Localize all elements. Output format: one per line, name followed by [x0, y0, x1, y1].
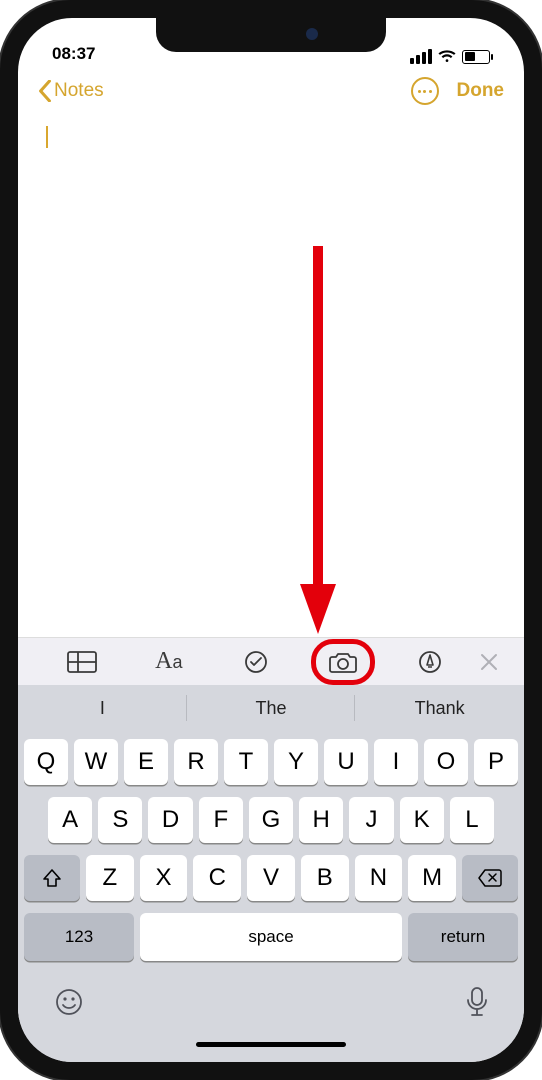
key-m[interactable]: M [408, 855, 456, 901]
key-l[interactable]: L [450, 797, 494, 843]
note-editor[interactable] [18, 116, 524, 637]
device-notch [156, 18, 386, 52]
key-y[interactable]: Y [274, 739, 318, 785]
key-t[interactable]: T [224, 739, 268, 785]
camera-button[interactable] [300, 651, 387, 673]
markup-icon [418, 650, 442, 674]
close-toolbar-button[interactable] [474, 653, 504, 671]
key-numbers[interactable]: 123 [24, 913, 134, 961]
key-k[interactable]: K [400, 797, 444, 843]
table-button[interactable] [38, 651, 125, 673]
textformat-icon: Aa [155, 648, 182, 675]
key-d[interactable]: D [148, 797, 192, 843]
key-z[interactable]: Z [86, 855, 134, 901]
predictive-text-bar: I The Thank [18, 685, 524, 731]
camera-icon [329, 651, 357, 673]
key-return[interactable]: return [408, 913, 518, 961]
close-icon [480, 653, 498, 671]
key-a[interactable]: A [48, 797, 92, 843]
chevron-left-icon [38, 80, 52, 102]
home-indicator[interactable] [24, 1042, 518, 1062]
key-backspace[interactable] [462, 855, 518, 901]
key-s[interactable]: S [98, 797, 142, 843]
key-x[interactable]: X [140, 855, 188, 901]
dictation-button[interactable] [466, 987, 488, 1022]
predictive-suggestion-2[interactable]: The [187, 685, 356, 731]
key-u[interactable]: U [324, 739, 368, 785]
more-button[interactable] [411, 77, 439, 105]
key-b[interactable]: B [301, 855, 349, 901]
iphone-frame: 08:37 Notes Done [0, 0, 542, 1080]
keyboard-row-1: Q W E R T Y U I O P [24, 739, 518, 785]
shift-icon [42, 868, 62, 888]
key-i[interactable]: I [374, 739, 418, 785]
keyboard-row-2: A S D F G H J K L [24, 797, 518, 843]
emoji-icon [54, 987, 84, 1017]
key-j[interactable]: J [349, 797, 393, 843]
key-f[interactable]: F [199, 797, 243, 843]
key-c[interactable]: C [193, 855, 241, 901]
key-shift[interactable] [24, 855, 80, 901]
microphone-icon [466, 987, 488, 1017]
key-p[interactable]: P [474, 739, 518, 785]
key-o[interactable]: O [424, 739, 468, 785]
key-v[interactable]: V [247, 855, 295, 901]
markup-button[interactable] [387, 650, 474, 674]
keyboard-row-3: Z X C V B N M [24, 855, 518, 901]
emoji-button[interactable] [54, 987, 84, 1022]
formatting-toolbar: Aa [18, 637, 524, 685]
key-q[interactable]: Q [24, 739, 68, 785]
status-time: 08:37 [52, 44, 95, 64]
annotation-arrow [298, 236, 338, 636]
checklist-icon [244, 650, 268, 674]
predictive-suggestion-1[interactable]: I [18, 685, 187, 731]
wifi-icon [438, 50, 456, 64]
checklist-button[interactable] [212, 650, 299, 674]
keyboard-row-4: 123 space return [24, 913, 518, 961]
back-label: Notes [54, 80, 104, 102]
keyboard-bottom-row [24, 973, 518, 1030]
predictive-suggestion-3[interactable]: Thank [355, 685, 524, 731]
navigation-bar: Notes Done [18, 66, 524, 116]
cellular-signal-icon [410, 49, 432, 64]
key-h[interactable]: H [299, 797, 343, 843]
key-r[interactable]: R [174, 739, 218, 785]
key-w[interactable]: W [74, 739, 118, 785]
key-g[interactable]: G [249, 797, 293, 843]
textformat-button[interactable]: Aa [125, 648, 212, 675]
back-button[interactable]: Notes [38, 80, 104, 102]
key-e[interactable]: E [124, 739, 168, 785]
key-n[interactable]: N [355, 855, 403, 901]
keyboard: Q W E R T Y U I O P A S D F G H J K L [18, 731, 524, 1062]
battery-icon [462, 50, 490, 64]
table-icon [67, 651, 97, 673]
key-space[interactable]: space [140, 913, 402, 961]
backspace-icon [478, 869, 502, 887]
text-cursor [46, 126, 48, 148]
done-button[interactable]: Done [457, 80, 505, 102]
